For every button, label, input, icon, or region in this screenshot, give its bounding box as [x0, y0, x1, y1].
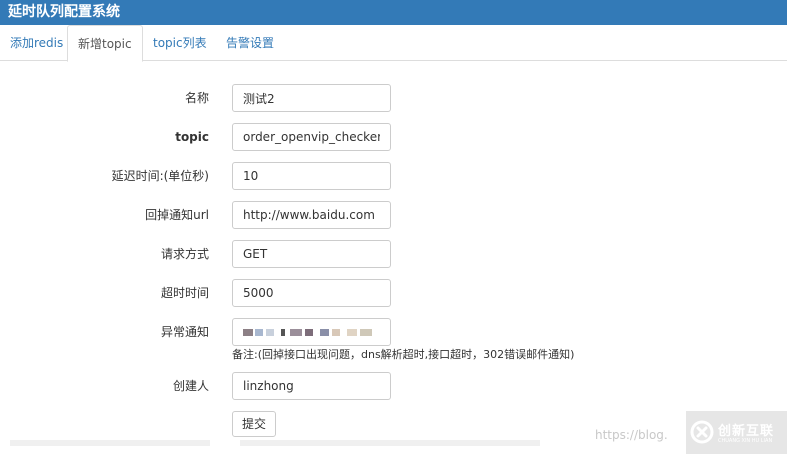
form-row-timeout: 超时时间	[0, 279, 787, 307]
alert-notify-input[interactable]	[232, 318, 391, 346]
alert-note: 备注:(回掉接口出现问题，dns解析超时,接口超时，302错误邮件通知)	[232, 348, 575, 361]
app-header: 延时队列配置系统	[0, 0, 787, 25]
request-method-label: 请求方式	[160, 247, 209, 261]
form-row-method: 请求方式	[0, 240, 787, 268]
tab-topic-list[interactable]: topic列表	[143, 25, 217, 61]
timeout-input[interactable]	[232, 279, 391, 307]
form-row-topic: topic	[0, 123, 787, 151]
blurred-text	[281, 329, 285, 336]
form-row-creator: 创建人	[0, 372, 787, 400]
submit-button[interactable]: 提交	[232, 411, 276, 437]
name-label: 名称	[184, 91, 209, 105]
tab-new-topic[interactable]: 新增topic	[67, 25, 143, 62]
blurred-text	[266, 329, 274, 336]
brand-name: 创新互联	[718, 424, 775, 439]
topic-label: topic	[175, 130, 209, 144]
faded-background-text	[240, 440, 540, 446]
tab-add-redis[interactable]: 添加redis	[0, 25, 73, 61]
request-method-input[interactable]	[232, 240, 391, 268]
app-title: 延时队列配置系统	[8, 4, 120, 20]
watermark-text: https://blog.	[595, 428, 668, 442]
blurred-text	[360, 329, 372, 336]
form-row-alert: 异常通知	[0, 318, 787, 346]
blurred-text	[290, 329, 302, 336]
callback-url-label: 回掉通知url	[145, 208, 209, 222]
tab-bar: 添加redis 新增topic topic列表 告警设置	[0, 25, 787, 62]
blurred-text	[255, 329, 263, 336]
form-row-delay: 延迟时间:(单位秒)	[0, 162, 787, 190]
tab-alert-settings[interactable]: 告警设置	[216, 25, 284, 61]
blurred-text	[320, 329, 329, 336]
name-input[interactable]	[232, 84, 391, 112]
blurred-text	[332, 329, 340, 336]
topic-input[interactable]	[232, 123, 391, 151]
brand-logo: 创新互联 CHUANG XIN HU LIAN	[686, 411, 787, 454]
alert-notify-label: 异常通知	[160, 325, 209, 339]
faded-background-text	[10, 440, 210, 446]
brand-logo-icon	[690, 420, 714, 444]
creator-input[interactable]	[232, 372, 391, 400]
delay-input[interactable]	[232, 162, 391, 190]
form-row-name: 名称	[0, 84, 787, 112]
callback-url-input[interactable]	[232, 201, 391, 229]
brand-subtitle: CHUANG XIN HU LIAN	[718, 438, 773, 444]
blurred-text	[305, 329, 313, 336]
delay-label: 延迟时间:(单位秒)	[111, 169, 209, 183]
blurred-text	[243, 329, 253, 336]
form-row-callback: 回掉通知url	[0, 201, 787, 229]
blurred-text	[347, 329, 357, 336]
timeout-label: 超时时间	[160, 286, 209, 300]
creator-label: 创建人	[172, 379, 209, 393]
